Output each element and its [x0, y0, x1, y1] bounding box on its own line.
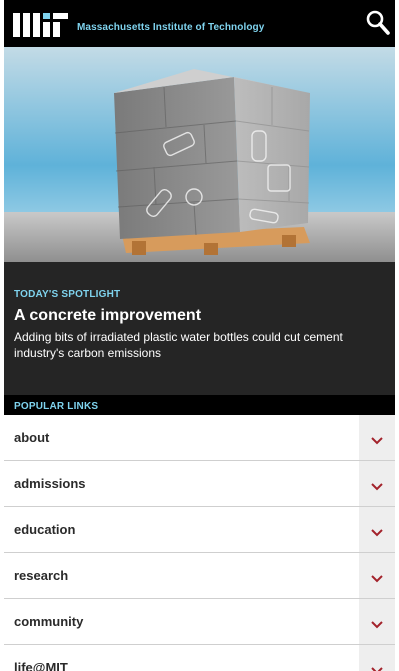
spotlight-panel: TODAY'S SPOTLIGHT A concrete improvement…	[4, 262, 395, 395]
link-label: community	[14, 614, 84, 629]
page: Massachusetts Institute of Technology TO…	[4, 0, 395, 671]
hero-image[interactable]	[4, 47, 395, 262]
search-button[interactable]	[364, 8, 392, 38]
expand-toggle[interactable]	[359, 553, 395, 598]
org-name: Massachusetts Institute of Technology	[77, 21, 265, 33]
spotlight-description: Adding bits of irradiated plastic water …	[14, 330, 343, 360]
popular-link-research[interactable]: research	[4, 553, 395, 599]
expand-toggle[interactable]	[359, 599, 395, 644]
expand-toggle[interactable]	[359, 645, 395, 671]
expand-toggle[interactable]	[359, 461, 395, 506]
site-header: Massachusetts Institute of Technology	[4, 0, 395, 47]
link-label: research	[14, 568, 69, 583]
popular-link-education[interactable]: education	[4, 507, 395, 553]
popular-links-heading: POPULAR LINKS	[4, 395, 395, 415]
concrete-cube-illustration	[4, 47, 395, 262]
expand-toggle[interactable]	[359, 415, 395, 460]
popular-links-list: about admissions education research comm…	[4, 415, 395, 671]
chevron-down-icon	[371, 666, 383, 671]
chevron-down-icon	[371, 436, 383, 444]
mit-logo[interactable]	[13, 11, 68, 37]
link-label: admissions	[14, 476, 86, 491]
popular-link-community[interactable]: community	[4, 599, 395, 645]
chevron-down-icon	[371, 482, 383, 490]
chevron-down-icon	[371, 528, 383, 536]
popular-link-admissions[interactable]: admissions	[4, 461, 395, 507]
popular-link-about[interactable]: about	[4, 415, 395, 461]
popular-link-life-at-mit[interactable]: life@MIT	[4, 645, 395, 671]
link-label: about	[14, 430, 50, 445]
chevron-down-icon	[371, 574, 383, 582]
link-label: life@MIT	[14, 660, 68, 671]
spotlight-title[interactable]: A concrete improvement	[14, 307, 385, 325]
expand-toggle[interactable]	[359, 507, 395, 552]
link-label: education	[14, 522, 76, 537]
spotlight-kicker: TODAY'S SPOTLIGHT	[14, 289, 121, 300]
chevron-down-icon	[371, 620, 383, 628]
search-icon	[366, 10, 390, 35]
